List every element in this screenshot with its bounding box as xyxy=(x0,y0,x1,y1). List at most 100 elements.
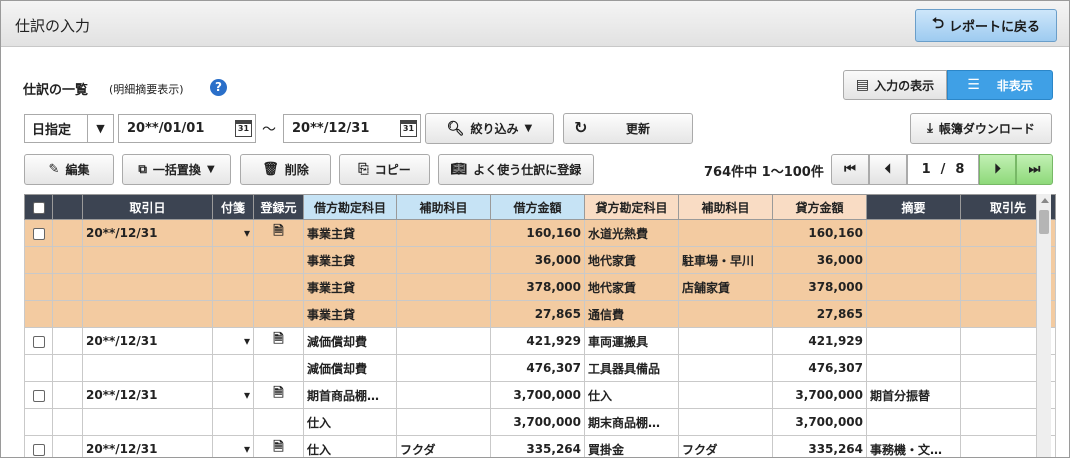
table-row[interactable]: 20**/12/31 ▾ 🗎 仕入 フクダ 335,264 買掛金 フクダ 335,264 事務機… xyxy=(24,435,1056,457)
col-header-date[interactable]: 取引日 xyxy=(82,194,213,220)
source-cell[interactable]: 🗎 xyxy=(253,381,304,409)
memo-cell xyxy=(866,246,961,274)
row-select-cell[interactable] xyxy=(24,219,53,247)
credit-account-cell: 期末商品棚… xyxy=(584,408,679,436)
last-page-button[interactable]: ⏭ xyxy=(1016,154,1053,185)
table-row[interactable]: 事業主貸 27,865 通信費 27,865 xyxy=(24,300,1056,328)
current-page[interactable]: 1 xyxy=(922,162,931,177)
edit-label: 編集 xyxy=(65,163,90,177)
trash-icon: 🗑︎ xyxy=(262,162,279,177)
edit-button[interactable]: ✎ 編集 xyxy=(24,154,114,185)
bulk-replace-button[interactable]: ⧉ 一括置換 ▼ xyxy=(122,154,231,185)
col-header-debit-account[interactable]: 借方勘定科目 xyxy=(303,194,397,220)
refresh-button[interactable]: ↻ 更新 xyxy=(563,113,693,144)
calendar-icon[interactable]: 31 xyxy=(235,120,252,137)
col-header-debit-amount[interactable]: 借方金額 xyxy=(490,194,585,220)
credit-amount-cell: 476,307 xyxy=(772,354,867,382)
debit-account-cell: 仕入 xyxy=(303,435,397,457)
back-to-report-button[interactable]: ⮌ レポートに戻る xyxy=(915,9,1057,42)
memo-cell xyxy=(866,300,961,328)
select-all-checkbox[interactable] xyxy=(32,201,45,214)
tag-cell[interactable]: ▾ xyxy=(212,381,254,409)
source-cell[interactable]: 🗎 xyxy=(253,435,304,457)
table-row[interactable]: 20**/12/31 ▾ 🗎 期首商品棚… 3,700,000 仕入 3,700,000 期首… xyxy=(24,381,1056,409)
debit-sub-cell xyxy=(396,300,491,328)
source-cell xyxy=(253,408,304,436)
copy-button[interactable]: ⎘ コピー xyxy=(339,154,430,185)
scrollbar-thumb[interactable] xyxy=(1039,210,1049,234)
credit-account-cell: 水道光熱費 xyxy=(584,219,679,247)
table-row[interactable]: 20**/12/31 ▾ 🗎 事業主貸 160,160 水道光熱費 160,160 xyxy=(24,219,1056,247)
tag-cell xyxy=(212,273,254,301)
document-source-icon[interactable]: 🗎 xyxy=(273,440,283,455)
show-input-toggle[interactable]: ▤ 入力の表示 xyxy=(843,70,947,100)
document-source-icon[interactable]: 🗎 xyxy=(273,332,283,347)
delete-label: 削除 xyxy=(284,163,309,177)
tag-cell[interactable]: ▾ xyxy=(212,327,254,355)
prev-page-button[interactable]: ⏴ xyxy=(869,154,907,185)
debit-account-cell: 減価償却費 xyxy=(303,354,397,382)
scroll-up-icon[interactable] xyxy=(1041,198,1049,203)
date-from-input[interactable]: 20**/01/01 31 xyxy=(118,114,256,143)
debit-amount-cell: 36,000 xyxy=(490,246,585,274)
table-row[interactable]: 事業主貸 378,000 地代家賃 店舗家賃 378,000 xyxy=(24,273,1056,301)
row-select-cell[interactable] xyxy=(24,381,53,409)
chevron-down-icon: ▼ xyxy=(524,123,533,134)
document-source-icon[interactable]: 🗎 xyxy=(273,224,283,239)
period-type-select[interactable]: 日指定 ▼ xyxy=(24,114,114,143)
row-checkbox[interactable] xyxy=(32,335,45,348)
debit-account-cell: 事業主貸 xyxy=(303,246,397,274)
debit-account-cell: 事業主貸 xyxy=(303,273,397,301)
col-header-tag[interactable]: 付箋 xyxy=(212,194,254,220)
calendar-icon[interactable]: 31 xyxy=(400,120,417,137)
register-frequent-button[interactable]: 📖︎ よく使う仕訳に登録 xyxy=(438,154,594,185)
row-select-cell[interactable] xyxy=(24,327,53,355)
table-row[interactable]: 20**/12/31 ▾ 🗎 減価償却費 421,929 車両運搬具 421,929 xyxy=(24,327,1056,355)
table-row[interactable]: 減価償却費 476,307 工具器具備品 476,307 xyxy=(24,354,1056,382)
ledger-download-button[interactable]: ⤓ 帳簿ダウンロード xyxy=(910,113,1052,144)
source-cell[interactable]: 🗎 xyxy=(253,327,304,355)
table-row[interactable]: 仕入 3,700,000 期末商品棚… 3,700,000 xyxy=(24,408,1056,436)
credit-account-cell: 地代家賃 xyxy=(584,246,679,274)
tag-cell[interactable]: ▾ xyxy=(212,219,254,247)
debit-sub-cell xyxy=(396,246,491,274)
col-header-memo[interactable]: 摘要 xyxy=(866,194,961,220)
col-header-source[interactable]: 登録元 xyxy=(253,194,304,220)
row-checkbox[interactable] xyxy=(32,443,45,456)
date-to-input[interactable]: 20**/12/31 31 xyxy=(283,114,421,143)
credit-amount-cell: 3,700,000 xyxy=(772,381,867,409)
col-header-credit-amount[interactable]: 貸方金額 xyxy=(772,194,867,220)
source-cell[interactable]: 🗎 xyxy=(253,219,304,247)
next-page-button[interactable]: ⏵ xyxy=(979,154,1016,185)
vertical-scrollbar[interactable] xyxy=(1036,194,1051,457)
table-row[interactable]: 事業主貸 36,000 地代家賃 駐車場・早川 36,000 xyxy=(24,246,1056,274)
copy-icon: ⎘ xyxy=(358,162,369,177)
narrow-down-label: 絞り込み xyxy=(470,122,519,136)
credit-sub-cell: フクダ xyxy=(678,435,773,457)
tag-cell[interactable]: ▾ xyxy=(212,435,254,457)
refresh-icon: ↻ xyxy=(574,118,588,137)
date-cell xyxy=(82,300,213,328)
credit-sub-cell xyxy=(678,219,773,247)
table-header-row: 取引日 付箋 登録元 借方勘定科目 補助科目 借方金額 貸方勘定科目 補助科目 … xyxy=(24,194,1056,220)
narrow-down-button[interactable]: 🔍︎ 絞り込み ▼ xyxy=(425,113,554,144)
document-source-icon[interactable]: 🗎 xyxy=(273,386,283,401)
header-bar: 仕訳の入力 ⮌ レポートに戻る xyxy=(1,1,1069,47)
col-header-debit-sub[interactable]: 補助科目 xyxy=(396,194,491,220)
help-icon[interactable]: ? xyxy=(210,79,227,96)
hide-input-toggle[interactable]: ☰ 非表示 xyxy=(947,70,1053,100)
memo-cell: 期首分振替 xyxy=(866,381,961,409)
first-page-button[interactable]: ⏮ xyxy=(831,154,869,185)
col-header-credit-account[interactable]: 貸方勘定科目 xyxy=(584,194,679,220)
tag-cell xyxy=(212,246,254,274)
select-all-header[interactable] xyxy=(24,194,53,220)
col-header-credit-sub[interactable]: 補助科目 xyxy=(678,194,773,220)
debit-sub-cell xyxy=(396,327,491,355)
row-checkbox[interactable] xyxy=(32,389,45,402)
row-select-cell[interactable] xyxy=(24,435,53,457)
date-range-separator: ～ xyxy=(262,122,276,138)
delete-button[interactable]: 🗑︎ 削除 xyxy=(240,154,331,185)
search-icon: 🔍︎ xyxy=(446,120,465,137)
row-checkbox[interactable] xyxy=(32,227,45,240)
debit-amount-cell: 335,264 xyxy=(490,435,585,457)
